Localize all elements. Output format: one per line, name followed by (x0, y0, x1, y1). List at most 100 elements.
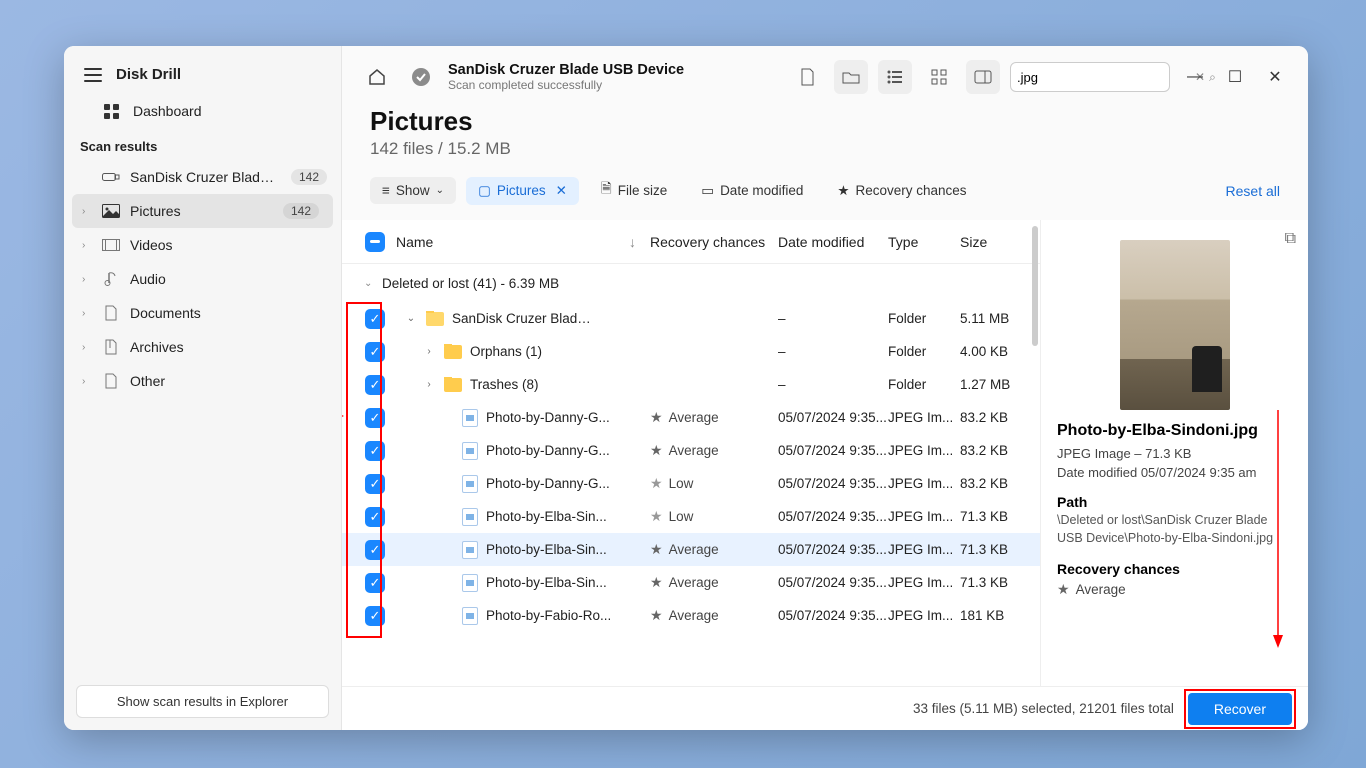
filter-date[interactable]: ▭Date modified (689, 177, 815, 205)
search-input[interactable]: ✕ ⌕ (1010, 62, 1170, 92)
row-recovery: ★Average (650, 607, 778, 624)
row-size: 71.3 KB (960, 575, 1040, 590)
panel-view-icon[interactable] (966, 60, 1000, 94)
row-checkbox[interactable]: ✓ (365, 408, 385, 428)
folder-view-icon[interactable] (834, 60, 868, 94)
row-type: JPEG Im... (888, 443, 960, 458)
popout-icon[interactable]: ⧉ (1285, 230, 1296, 248)
row-checkbox[interactable]: ✓ (365, 309, 385, 329)
sidebar-item-device[interactable]: SanDisk Cruzer Blade US... 142 (64, 160, 341, 194)
folder-icon (444, 345, 462, 359)
table-row[interactable]: ✓›Orphans (1)–Folder4.00 KB (342, 335, 1040, 368)
row-size: 71.3 KB (960, 509, 1040, 524)
sidebar-item-label: Documents (130, 305, 201, 321)
maximize-button[interactable]: ☐ (1220, 62, 1250, 92)
close-button[interactable]: ✕ (1260, 62, 1290, 92)
row-checkbox[interactable]: ✓ (365, 507, 385, 527)
filter-filesize[interactable]: 🗎File size (589, 173, 679, 208)
sidebar-item-other[interactable]: › Other (64, 364, 341, 398)
list-view-icon[interactable] (878, 60, 912, 94)
scrollbar[interactable] (1032, 220, 1038, 686)
star-icon: ★ (650, 442, 663, 459)
folder-icon (444, 378, 462, 392)
show-in-explorer-button[interactable]: Show scan results in Explorer (76, 685, 329, 718)
row-checkbox[interactable]: ✓ (365, 441, 385, 461)
table-row[interactable]: ✓Photo-by-Elba-Sin...★Average05/07/2024 … (342, 533, 1040, 566)
group-header[interactable]: ⌄ Deleted or lost (41) - 6.39 MB (342, 264, 1040, 302)
row-size: 1.27 MB (960, 377, 1040, 392)
table-row[interactable]: ✓Photo-by-Danny-G...★Low05/07/2024 9:35.… (342, 467, 1040, 500)
row-checkbox[interactable]: ✓ (365, 375, 385, 395)
remove-filter-icon[interactable]: ✕ (556, 183, 567, 199)
expand-icon[interactable]: › (422, 346, 436, 357)
sidebar-item-audio[interactable]: › Audio (64, 262, 341, 296)
col-recovery[interactable]: Recovery chances (650, 234, 778, 250)
expand-icon[interactable]: › (422, 379, 436, 390)
star-icon: ★ (650, 508, 663, 525)
usb-icon (102, 168, 120, 186)
row-type: JPEG Im... (888, 608, 960, 623)
recover-button[interactable]: Recover (1188, 693, 1292, 725)
home-icon[interactable] (360, 60, 394, 94)
row-name: Photo-by-Danny-G... (486, 410, 610, 425)
table-row[interactable]: ✓Photo-by-Danny-G...★Average05/07/2024 9… (342, 401, 1040, 434)
minimize-button[interactable]: — (1180, 62, 1210, 92)
table-row[interactable]: ✓Photo-by-Danny-G...★Average05/07/2024 9… (342, 434, 1040, 467)
row-checkbox[interactable]: ✓ (365, 540, 385, 560)
col-name[interactable]: Name (396, 234, 433, 250)
row-checkbox[interactable]: ✓ (365, 606, 385, 626)
row-checkbox[interactable]: ✓ (365, 342, 385, 362)
row-date: – (778, 311, 888, 326)
select-all-checkbox[interactable] (365, 232, 385, 252)
sidebar: Disk Drill Dashboard Scan results SanDis… (64, 46, 342, 730)
sidebar-item-videos[interactable]: › Videos (64, 228, 341, 262)
section-label: Scan results (64, 133, 341, 160)
chevron-right-icon: › (82, 240, 92, 251)
chevron-right-icon: › (82, 274, 92, 285)
document-icon (102, 304, 120, 322)
sidebar-item-documents[interactable]: › Documents (64, 296, 341, 330)
row-checkbox[interactable]: ✓ (365, 474, 385, 494)
star-icon: ★ (1057, 581, 1070, 598)
document-icon: 🗎 (601, 179, 612, 202)
expand-icon[interactable]: ⌄ (404, 313, 418, 324)
row-date: – (778, 377, 888, 392)
table-row[interactable]: ✓⌄SanDisk Cruzer Blade...–Folder5.11 MB (342, 302, 1040, 335)
filter-recovery[interactable]: ★Recovery chances (825, 177, 978, 205)
file-view-icon[interactable] (790, 60, 824, 94)
video-icon (102, 236, 120, 254)
col-size[interactable]: Size (960, 234, 1040, 250)
table-row[interactable]: ✓Photo-by-Fabio-Ro...★Average05/07/2024 … (342, 599, 1040, 632)
sidebar-item-archives[interactable]: › Archives (64, 330, 341, 364)
row-checkbox[interactable]: ✓ (365, 573, 385, 593)
menu-icon[interactable] (84, 68, 102, 82)
col-date[interactable]: Date modified (778, 234, 888, 250)
show-dropdown[interactable]: ≡Show⌄ (370, 177, 456, 204)
star-icon: ★ (650, 475, 663, 492)
reset-filters-link[interactable]: Reset all (1226, 183, 1280, 199)
device-title: SanDisk Cruzer Blade USB Device (448, 62, 684, 78)
image-file-icon (462, 607, 478, 625)
table-row[interactable]: ✓Photo-by-Elba-Sin...★Average05/07/2024 … (342, 566, 1040, 599)
row-date: 05/07/2024 9:35... (778, 410, 888, 425)
dashboard-link[interactable]: Dashboard (64, 93, 341, 133)
table-row[interactable]: ✓Photo-by-Elba-Sin...★Low05/07/2024 9:35… (342, 500, 1040, 533)
row-date: 05/07/2024 9:35... (778, 608, 888, 623)
page-title: Pictures (370, 106, 1280, 137)
search-field[interactable] (1017, 70, 1193, 85)
row-recovery: ★Average (650, 442, 778, 459)
row-size: 5.11 MB (960, 311, 1040, 326)
sidebar-item-pictures[interactable]: › Pictures 142 (72, 194, 333, 228)
scroll-thumb[interactable] (1032, 226, 1038, 346)
sort-down-icon[interactable]: ↓ (629, 234, 636, 250)
table-row[interactable]: ✓›Trashes (8)–Folder1.27 MB (342, 368, 1040, 401)
chevron-right-icon: › (82, 206, 92, 217)
main-panel: SanDisk Cruzer Blade USB Device Scan com… (342, 46, 1308, 730)
star-icon: ★ (837, 183, 849, 199)
filter-pictures[interactable]: ▢Pictures✕ (466, 177, 579, 205)
grid-view-icon[interactable] (922, 60, 956, 94)
sidebar-item-label: Pictures (130, 203, 181, 219)
row-name: Photo-by-Danny-G... (486, 476, 610, 491)
row-size: 4.00 KB (960, 344, 1040, 359)
col-type[interactable]: Type (888, 234, 960, 250)
